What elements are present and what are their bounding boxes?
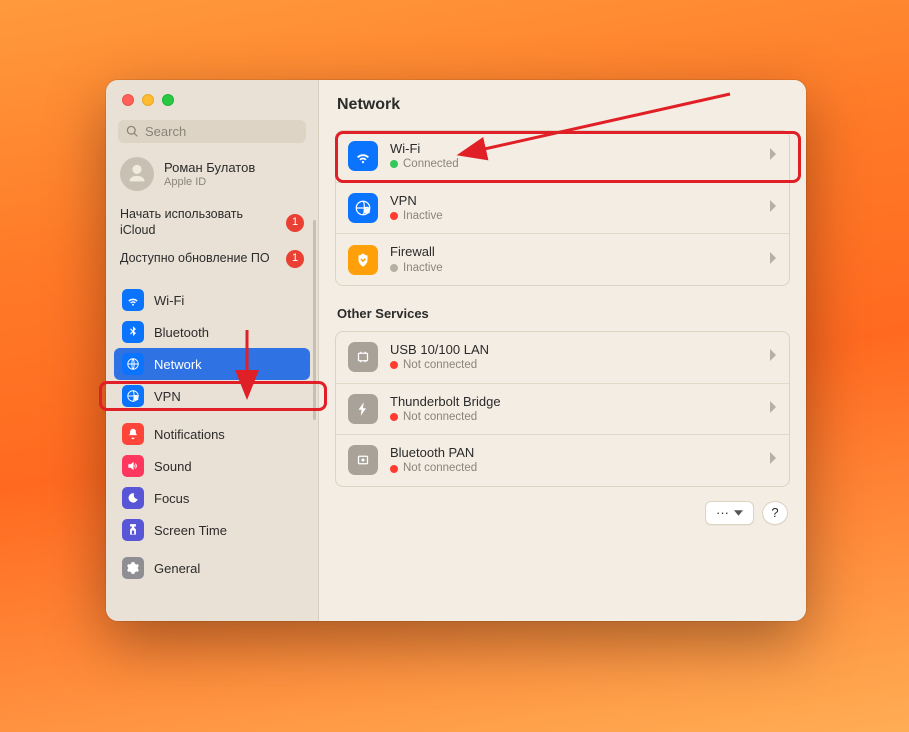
sidebar-item-label: VPN: [154, 389, 181, 404]
chevron-right-icon: [769, 451, 777, 469]
page-title: Network: [319, 80, 806, 122]
alert-badge: 1: [286, 214, 304, 232]
wifi-icon: [122, 289, 144, 311]
bt-icon: [122, 321, 144, 343]
main-pane: Network Wi-FiConnectedVPNInactiveFirewal…: [319, 80, 806, 621]
sidebar-item-sound[interactable]: Sound: [114, 450, 310, 482]
sound-icon: [122, 455, 144, 477]
service-label: VPN: [390, 193, 757, 209]
minimize-window-button[interactable]: [142, 94, 154, 106]
vpn-icon: [122, 385, 144, 407]
service-row-vpn[interactable]: VPNInactive: [336, 182, 789, 234]
sidebar-item-wi-fi[interactable]: Wi-Fi: [114, 284, 310, 316]
search-placeholder: Search: [145, 124, 186, 139]
service-status: Not connected: [390, 461, 757, 475]
service-status: Not connected: [390, 410, 757, 424]
alert-row[interactable]: Начать использовать iCloud 1: [106, 201, 318, 244]
service-status: Inactive: [390, 209, 757, 223]
service-row-firewall[interactable]: FirewallInactive: [336, 233, 789, 285]
profile-sub: Apple ID: [164, 176, 255, 188]
alert-row[interactable]: Доступно обновление ПО 1: [106, 244, 318, 274]
search-icon: [126, 125, 139, 138]
status-dot: [390, 361, 398, 369]
sidebar: Search Роман Булатов Apple ID Начать исп…: [106, 80, 319, 621]
alert-badge: 1: [286, 250, 304, 268]
profile-name: Роман Булатов: [164, 160, 255, 176]
pan-icon: [348, 445, 378, 475]
status-dot: [390, 465, 398, 473]
general-icon: [122, 557, 144, 579]
vpn-icon: [348, 193, 378, 223]
status-dot: [390, 264, 398, 272]
search-input[interactable]: Search: [118, 120, 306, 143]
service-status: Connected: [390, 157, 757, 171]
chevron-right-icon: [769, 348, 777, 366]
alert-text: Начать использовать iCloud: [120, 207, 270, 238]
chevron-down-icon: [734, 510, 743, 516]
sidebar-item-label: Sound: [154, 459, 192, 474]
service-status: Inactive: [390, 261, 757, 275]
sidebar-item-screen-time[interactable]: Screen Time: [114, 514, 310, 546]
system-settings-window: Search Роман Булатов Apple ID Начать исп…: [106, 80, 806, 621]
sidebar-item-label: Screen Time: [154, 523, 227, 538]
fw-icon: [348, 245, 378, 275]
sidebar-item-label: Bluetooth: [154, 325, 209, 340]
sidebar-item-bluetooth[interactable]: Bluetooth: [114, 316, 310, 348]
close-window-button[interactable]: [122, 94, 134, 106]
chevron-right-icon: [769, 251, 777, 269]
service-row-bluetooth-pan[interactable]: Bluetooth PANNot connected: [336, 434, 789, 486]
lan-icon: [348, 342, 378, 372]
sidebar-item-label: Focus: [154, 491, 189, 506]
help-button[interactable]: ?: [762, 501, 788, 525]
net-icon: [122, 353, 144, 375]
service-row-wi-fi[interactable]: Wi-FiConnected: [336, 131, 789, 182]
service-label: Firewall: [390, 244, 757, 260]
tb-icon: [348, 394, 378, 424]
sidebar-item-label: Network: [154, 357, 202, 372]
wifi-icon: [348, 141, 378, 171]
notif-icon: [122, 423, 144, 445]
chevron-right-icon: [769, 147, 777, 165]
profile-row[interactable]: Роман Булатов Apple ID: [106, 151, 318, 201]
screen-icon: [122, 519, 144, 541]
sidebar-item-network[interactable]: Network: [114, 348, 310, 380]
avatar: [120, 157, 154, 191]
service-row-usb-10-100-lan[interactable]: USB 10/100 LANNot connected: [336, 332, 789, 383]
chevron-right-icon: [769, 199, 777, 217]
sidebar-item-focus[interactable]: Focus: [114, 482, 310, 514]
scrollbar[interactable]: [313, 220, 316, 420]
service-label: Thunderbolt Bridge: [390, 394, 757, 410]
sidebar-item-label: Notifications: [154, 427, 225, 442]
sidebar-item-vpn[interactable]: VPN: [114, 380, 310, 412]
service-status: Not connected: [390, 358, 757, 372]
alert-text: Доступно обновление ПО: [120, 251, 270, 267]
service-label: Wi-Fi: [390, 141, 757, 157]
focus-icon: [122, 487, 144, 509]
service-label: Bluetooth PAN: [390, 445, 757, 461]
status-dot: [390, 160, 398, 168]
window-controls: [106, 80, 318, 116]
chevron-right-icon: [769, 400, 777, 418]
sidebar-item-label: Wi-Fi: [154, 293, 184, 308]
service-row-thunderbolt-bridge[interactable]: Thunderbolt BridgeNot connected: [336, 383, 789, 435]
other-services-group: USB 10/100 LANNot connectedThunderbolt B…: [335, 331, 790, 487]
sidebar-item-general[interactable]: General: [114, 552, 310, 584]
service-label: USB 10/100 LAN: [390, 342, 757, 358]
status-dot: [390, 413, 398, 421]
more-menu-button[interactable]: ···: [705, 501, 754, 525]
sidebar-item-notifications[interactable]: Notifications: [114, 418, 310, 450]
footer: ··· ?: [319, 487, 806, 525]
sidebar-item-label: General: [154, 561, 200, 576]
status-dot: [390, 212, 398, 220]
zoom-window-button[interactable]: [162, 94, 174, 106]
primary-services-group: Wi-FiConnectedVPNInactiveFirewallInactiv…: [335, 130, 790, 286]
section-label: Other Services: [319, 286, 806, 323]
